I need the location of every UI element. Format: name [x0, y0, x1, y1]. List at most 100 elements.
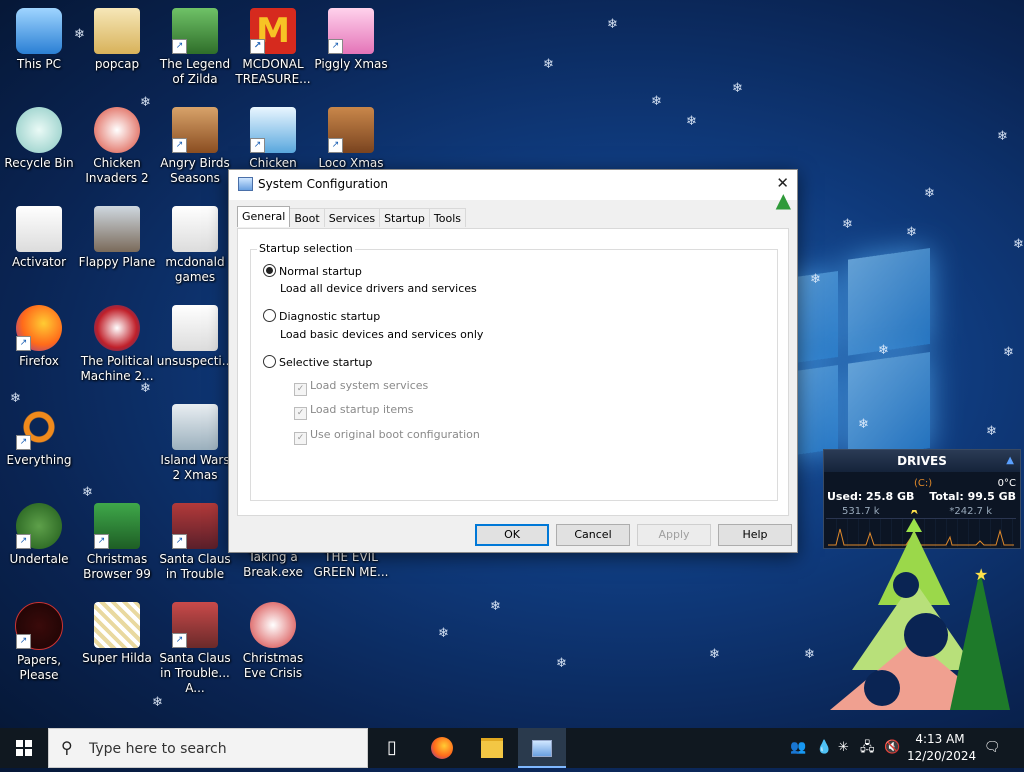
water-drop-icon[interactable]: 💧 — [816, 728, 832, 768]
desktop-icon-piggly-xmas[interactable]: ↗ Piggly Xmas — [312, 8, 390, 72]
help-button[interactable]: Help — [718, 524, 792, 546]
dialog-titlebar[interactable]: System Configuration ✕ ▲ — [229, 170, 797, 212]
load-system-services-checkbox[interactable]: ✓ Load system services — [294, 379, 428, 396]
diagnostic-startup-radio[interactable]: Diagnostic startup — [263, 309, 380, 323]
tab-startup[interactable]: Startup — [379, 208, 430, 227]
radio-selected-icon — [263, 264, 276, 277]
load-startup-items-label: Load startup items — [310, 403, 414, 416]
notification-icon[interactable]: 🗨 — [984, 728, 1001, 768]
angry-bird-icon: ↗ — [172, 107, 218, 153]
cancel-button[interactable]: Cancel — [556, 524, 630, 546]
desktop-icon-santa-claus-in-trouble-a[interactable]: ↗ Santa Claus in Trouble... A... — [156, 602, 234, 696]
shortcut-arrow-icon: ↗ — [172, 39, 187, 54]
tab-services[interactable]: Services — [323, 208, 381, 227]
selective-startup-radio[interactable]: Selective startup — [263, 355, 372, 369]
group-label: Startup selection — [257, 242, 355, 255]
game-icon: ↗ — [172, 8, 218, 54]
selective-startup-label: Selective startup — [279, 356, 373, 369]
dialog-title: System Configuration — [258, 177, 388, 191]
christmas-tree-icon: ↗ — [94, 503, 140, 549]
radio-unselected-icon — [263, 355, 276, 368]
start-button[interactable] — [0, 728, 48, 768]
general-tab-panel: Startup selection Normal startup Load al… — [237, 228, 789, 516]
desktop-icon-flappy-plane[interactable]: Flappy Plane — [78, 206, 156, 270]
checkmark-icon: ✓ — [294, 432, 307, 445]
mcdonalds-icon: M ↗ — [250, 8, 296, 54]
desktop-icon-popcap[interactable]: popcap — [78, 8, 156, 72]
desktop-icon-legend-of-zilda[interactable]: ↗ The Legend of Zilda — [156, 8, 234, 87]
desktop-icon-everything[interactable]: ↗ Everything — [0, 404, 78, 468]
drive-temperature: 0°C — [997, 478, 1016, 489]
shortcut-arrow-icon: ↗ — [16, 336, 31, 351]
apply-button[interactable]: Apply — [637, 524, 711, 546]
desktop-icon-firefox[interactable]: ↗ Firefox — [0, 305, 78, 369]
shortcut-arrow-icon: ↗ — [172, 633, 187, 648]
taskbar-system-configuration[interactable] — [518, 728, 566, 768]
volume-muted-icon[interactable]: 🔇 — [884, 728, 900, 768]
diagnostic-startup-label: Diagnostic startup — [279, 310, 381, 323]
desktop-icon-chicken-invaders-2[interactable]: Chicken Invaders 2 — [78, 107, 156, 186]
file-icon — [172, 206, 218, 252]
taskbar: ⚲ Type here to search ▯ 👥 💧 ✳ 🖧 🔇 4:13 A… — [0, 728, 1024, 768]
desktop-icon-undertale[interactable]: ↗ Undertale — [0, 503, 78, 567]
shortcut-arrow-icon: ↗ — [16, 435, 31, 450]
load-startup-items-checkbox[interactable]: ✓ Load startup items — [294, 403, 414, 420]
ok-button[interactable]: OK — [475, 524, 549, 546]
task-view-button[interactable]: ▯ — [368, 728, 416, 768]
desktop-icon-super-hilda[interactable]: Super Hilda — [78, 602, 156, 666]
desktop-icon-chicken[interactable]: ↗ Chicken — [234, 107, 312, 171]
taskbar-search-box[interactable]: ⚲ Type here to search — [48, 728, 368, 768]
desktop-icon-island-wars-2-xmas[interactable]: Island Wars 2 Xmas — [156, 404, 234, 483]
use-original-boot-config-checkbox[interactable]: ✓ Use original boot configuration — [294, 428, 480, 445]
pixel-dog-icon — [94, 602, 140, 648]
folder-icon — [94, 8, 140, 54]
drive-total: Total: 99.5 GB — [929, 490, 1016, 503]
taskbar-firefox[interactable] — [418, 728, 466, 768]
desktop-icon-loco-xmas[interactable]: ↗ Loco Xmas — [312, 107, 390, 171]
badge-icon — [94, 305, 140, 351]
desktop-icon-angry-birds-seasons[interactable]: ↗ Angry Birds Seasons — [156, 107, 234, 186]
collapse-icon[interactable]: ▲ — [1006, 450, 1014, 472]
shortcut-arrow-icon: ↗ — [328, 138, 343, 153]
recycle-bin-icon — [16, 107, 62, 153]
startup-selection-group: Startup selection Normal startup Load al… — [250, 242, 778, 501]
desktop-icon-this-pc[interactable]: This PC — [0, 8, 78, 72]
network-icon[interactable]: 🖧 — [860, 728, 875, 768]
desktop-icon-christmas-eve-crisis[interactable]: Christmas Eve Crisis — [234, 602, 312, 681]
system-configuration-dialog: System Configuration ✕ ▲ General Boot Se… — [228, 169, 798, 553]
clock-date: 12/20/2024 — [907, 749, 977, 763]
chicken-icon — [94, 107, 140, 153]
svg-text:★: ★ — [974, 565, 988, 584]
desktop-icon-christmas-browser-99[interactable]: ↗ Christmas Browser 99 — [78, 503, 156, 582]
tab-tools[interactable]: Tools — [428, 208, 467, 227]
taskbar-clock[interactable]: 4:13 AM 12/20/2024 — [907, 731, 977, 765]
desktop-icon-unsuspecti[interactable]: unsuspecti... — [156, 305, 234, 369]
desktop-icon-taking-a-break[interactable]: Taking a Break.exe — [234, 550, 312, 580]
desktop-icon-mcdonald-games[interactable]: mcdonald games — [156, 206, 234, 285]
desktop-icon-activator[interactable]: Activator — [0, 206, 78, 270]
plane-icon — [94, 206, 140, 252]
normal-startup-description: Load all device drivers and services — [280, 282, 477, 295]
santa-icon: ↗ — [172, 602, 218, 648]
snowflake-tray-icon[interactable]: ✳ — [838, 728, 849, 768]
normal-startup-radio[interactable]: Normal startup — [263, 264, 362, 278]
santa-icon: ↗ — [172, 503, 218, 549]
people-icon[interactable]: 👥 — [790, 728, 806, 768]
tab-general[interactable]: General — [237, 206, 291, 227]
shortcut-arrow-icon: ↗ — [172, 138, 187, 153]
desktop-icon-evil-green-me[interactable]: THE EVIL GREEN ME... — [312, 550, 390, 580]
tab-boot[interactable]: Boot — [289, 208, 325, 227]
windows-start-icon — [16, 740, 32, 756]
desktop-icon-recycle-bin[interactable]: Recycle Bin — [0, 107, 78, 171]
checkmark-icon: ✓ — [294, 407, 307, 420]
undertale-icon: ↗ — [16, 503, 62, 549]
desktop-icon-santa-claus-in-trouble[interactable]: ↗ Santa Claus in Trouble — [156, 503, 234, 582]
desktop-icon-papers-please[interactable]: ↗ Papers, Please — [0, 602, 78, 683]
taskbar-file-explorer[interactable] — [468, 728, 516, 768]
desktop-icon-mcdonal-treasure[interactable]: M ↗ MCDONAL TREASURE... — [234, 8, 312, 87]
christmas-tree-decoration: ★ ★ — [830, 510, 1010, 710]
desktop-icon-political-machine[interactable]: The Political Machine 2... — [78, 305, 156, 384]
drives-header: DRIVES ▲ — [824, 450, 1020, 472]
shortcut-arrow-icon: ↗ — [16, 534, 31, 549]
christmas-tree-icon: ▲ — [775, 188, 791, 212]
